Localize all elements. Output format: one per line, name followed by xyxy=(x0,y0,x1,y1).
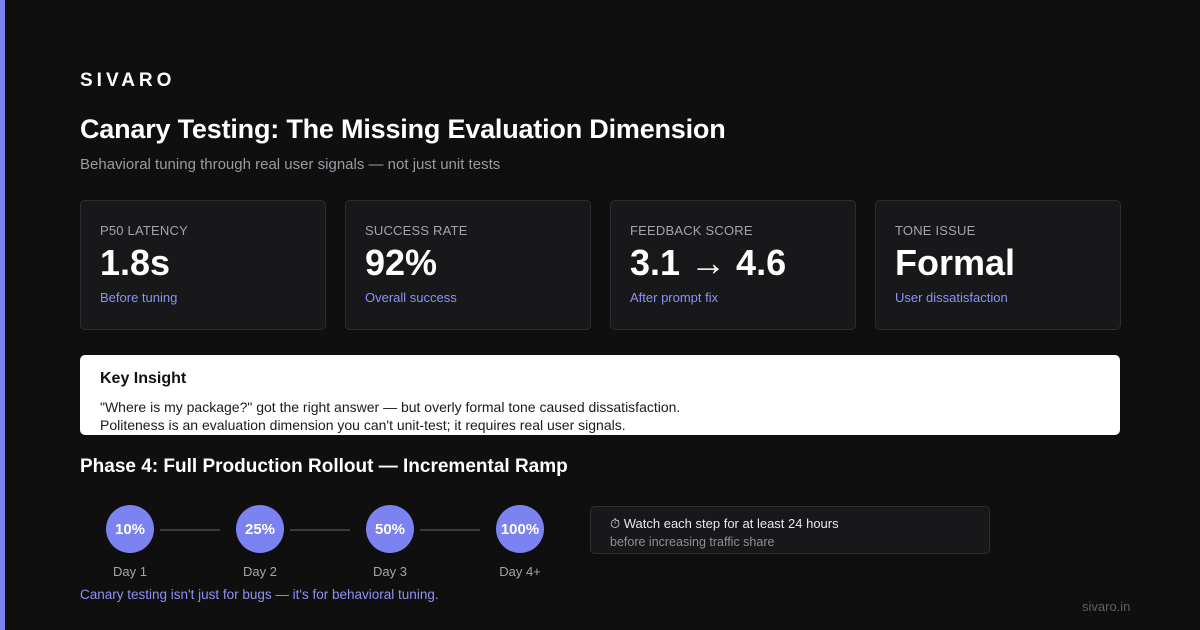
insight-line: Politeness is an evaluation dimension yo… xyxy=(100,417,626,433)
step-percent-badge: 50% xyxy=(366,505,414,553)
ramp-step: 100% Day 4+ xyxy=(470,505,570,579)
step-percent-badge: 100% xyxy=(496,505,544,553)
metric-card-feedback-score: FEEDBACK SCORE 3.1 → 4.6 After prompt fi… xyxy=(610,200,856,330)
step-percent-badge: 10% xyxy=(106,505,154,553)
step-day-label: Day 4+ xyxy=(499,564,541,579)
metric-card-success-rate: SUCCESS RATE 92% Overall success xyxy=(345,200,591,330)
metric-value: 3.1 → 4.6 xyxy=(630,242,787,283)
ramp-step: 25% Day 2 xyxy=(210,505,310,579)
watch-sub-text: before increasing traffic share xyxy=(610,535,775,549)
step-day-label: Day 1 xyxy=(113,564,147,579)
step-percent-badge: 25% xyxy=(236,505,284,553)
ramp-step: 50% Day 3 xyxy=(340,505,440,579)
footer-note: Canary testing isn't just for bugs — it'… xyxy=(80,587,439,602)
metric-value: Formal xyxy=(895,242,1016,283)
phase-title: Phase 4: Full Production Rollout — Incre… xyxy=(80,456,568,477)
metric-note: Before tuning xyxy=(100,289,178,305)
watch-callout: ⏱ Watch each step for at least 24 hours … xyxy=(590,506,990,554)
metric-label: FEEDBACK SCORE xyxy=(630,223,753,238)
page: SIVARO Canary Testing: The Missing Evalu… xyxy=(0,0,1200,630)
brand-logo: SIVARO xyxy=(80,70,176,91)
accent-bar xyxy=(0,0,5,630)
metric-card-latency: P50 LATENCY 1.8s Before tuning xyxy=(80,200,326,330)
step-day-label: Day 3 xyxy=(373,564,407,579)
page-title: Canary Testing: The Missing Evaluation D… xyxy=(80,114,726,144)
metric-note: User dissatisfaction xyxy=(895,289,1008,305)
ramp-timeline: 10% Day 1 25% Day 2 50% Day 3 100% Day 4… xyxy=(80,505,580,585)
insight-title: Key Insight xyxy=(100,370,187,387)
ramp-step: 10% Day 1 xyxy=(80,505,180,579)
step-day-label: Day 2 xyxy=(243,564,277,579)
site-url: sivaro.in xyxy=(1082,599,1131,614)
page-subtitle: Behavioral tuning through real user sign… xyxy=(80,156,501,173)
metric-value: 1.8s xyxy=(100,242,171,283)
metric-value: 92% xyxy=(365,242,438,283)
metric-label: SUCCESS RATE xyxy=(365,223,468,238)
metric-label: TONE ISSUE xyxy=(895,223,976,238)
insight-line: "Where is my package?" got the right ans… xyxy=(100,399,681,415)
metric-cards: P50 LATENCY 1.8s Before tuning SUCCESS R… xyxy=(80,200,1121,330)
key-insight-panel: Key Insight "Where is my package?" got t… xyxy=(80,355,1120,435)
metric-card-tone-issue: TONE ISSUE Formal User dissatisfaction xyxy=(875,200,1121,330)
metric-label: P50 LATENCY xyxy=(100,223,188,238)
metric-note: Overall success xyxy=(365,289,457,305)
watch-main-text: ⏱ Watch each step for at least 24 hours xyxy=(610,516,839,531)
metric-note: After prompt fix xyxy=(630,289,719,305)
